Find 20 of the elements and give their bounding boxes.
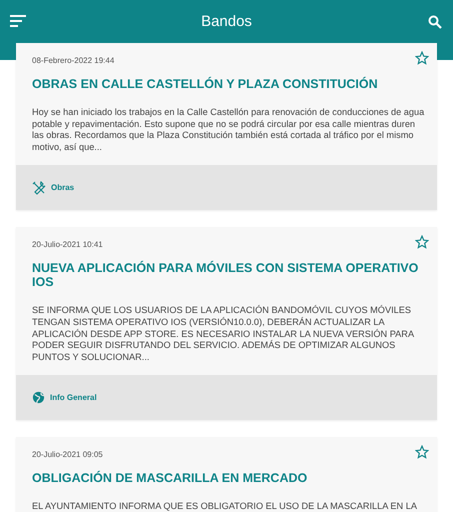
news-title: NUEVA APLICACIÓN PARA MÓVILES CON SISTEMA OPERATIVO IOS xyxy=(32,261,420,290)
tools-icon xyxy=(32,180,46,195)
category-label: Obras xyxy=(51,183,74,192)
category-label: Info General xyxy=(50,393,97,402)
news-title: OBRAS EN CALLE CASTELLÓN Y PLAZA CONSTITUCIÓN xyxy=(32,77,379,91)
news-summary: Hoy se han iniciado los trabajos en la Calle Castellón para renovación de conducciones de agua potable y repavimentación. Esto supone que no se podrá circular por esa calle mientras duren las obras. Recordamos que la Plaza Constitución también está cortada al tráfico por el mismo motivo, así que... xyxy=(32,107,425,154)
news-summary: SE INFORMA QUE LOS USUARIOS DE LA APLICACIÓN BANDOMÓVIL CUYOS MÓVILES TENGAN SISTEMA OPERATIVO IOS (VERSIÓN10.0.0), DEBERÁN ACTUALIZAR LA APLICACIÓN DESDE APP STORE. ES NECESARIO INSTALAR LA NUEVA VERSIÓN PARA PODER SEGUIR DISFRUTANDO DEL SERVICIO. ADEMÁS DE OPTIMIZAR ALGUNOS PUNTOS Y SOLUCIONAR... xyxy=(32,305,415,364)
news-date: 08-Febrero-2022 19:44 xyxy=(32,56,116,65)
favorite-star-button[interactable] xyxy=(415,235,429,250)
favorite-star-button[interactable] xyxy=(415,51,429,65)
favorite-star-button[interactable] xyxy=(415,445,429,460)
app-title: Bandos xyxy=(201,13,252,30)
news-summary: EL AYUNTAMIENTO INFORMA QUE ES OBLIGATORIO EL USO DE LA MASCARILLA EN LA xyxy=(32,501,418,512)
news-card[interactable] xyxy=(16,227,437,420)
news-title: OBLIGACIÓN DE MASCARILLA EN MERCADO xyxy=(32,471,308,486)
globe-icon xyxy=(32,391,45,404)
news-card[interactable] xyxy=(16,43,437,210)
news-date: 20-Julio-2021 09:05 xyxy=(32,450,104,460)
news-card[interactable]: 20-Julio-2021 09:05 OBLIGACIÓN DE MASCARILLA EN MERCADO EL AYUNTAMIENTO INFORMA QUE ES OBLIGATORIO EL USO DE LA MASCARILLA EN LA xyxy=(16,437,437,512)
news-date: 20-Julio-2021 10:41 xyxy=(32,240,104,250)
